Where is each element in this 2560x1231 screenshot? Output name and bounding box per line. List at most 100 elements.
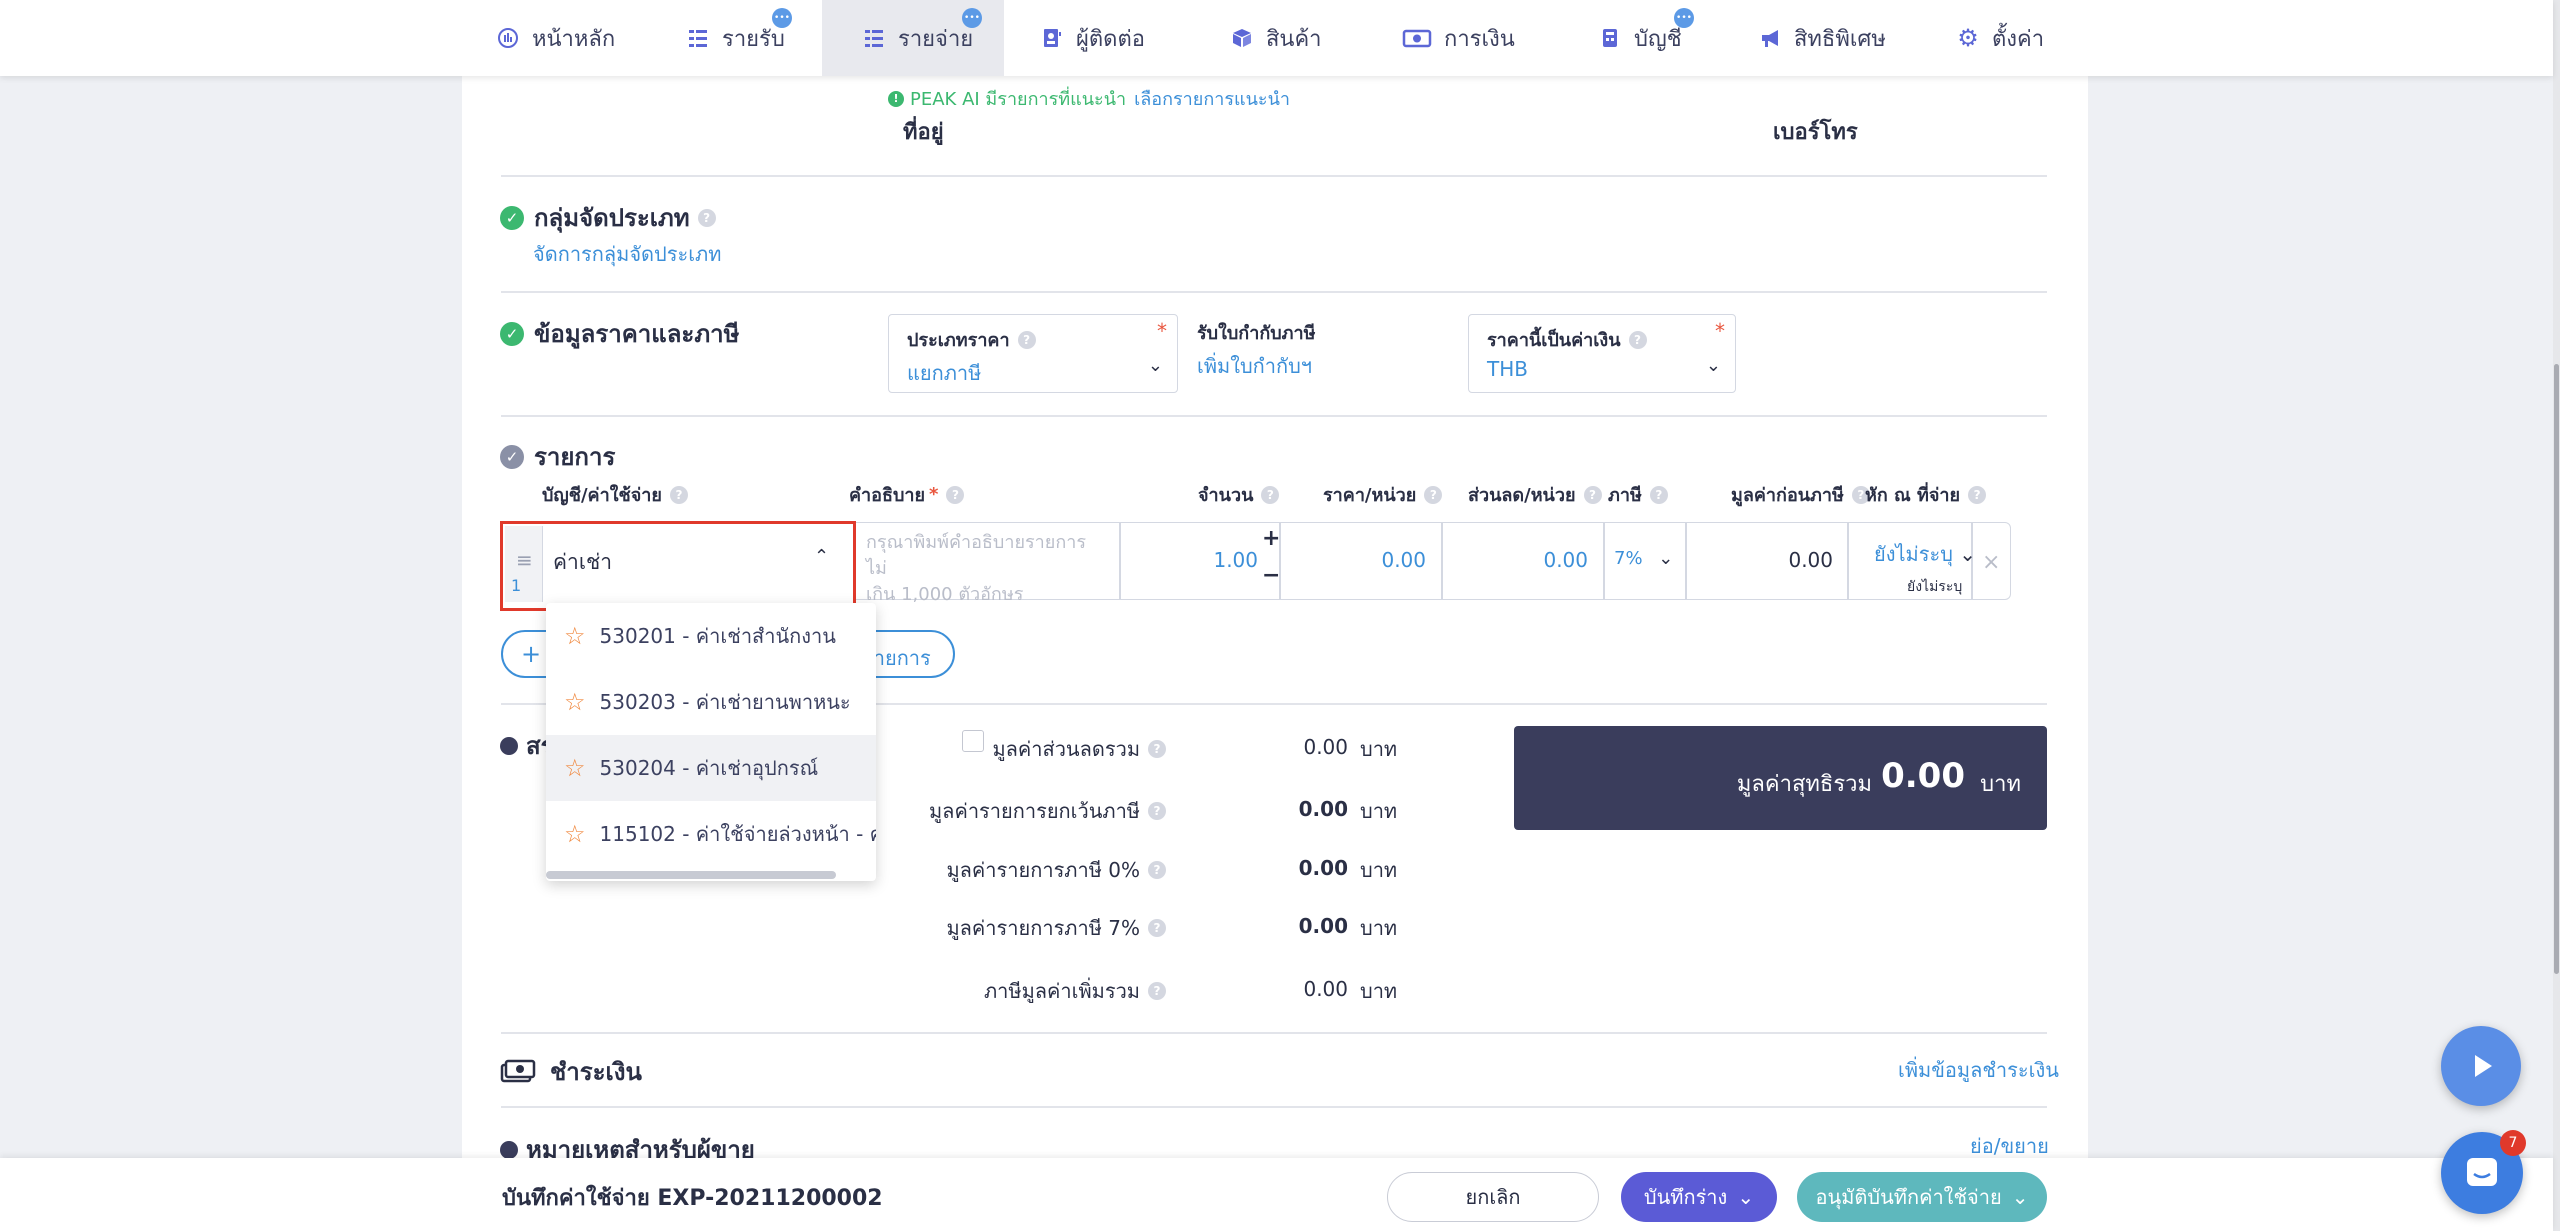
required-star: * bbox=[1157, 319, 1167, 343]
remove-row-icon[interactable]: × bbox=[1982, 550, 2000, 575]
star-icon[interactable]: ☆ bbox=[564, 688, 586, 716]
quantity-input[interactable]: 1.00 bbox=[1140, 548, 1258, 572]
add-tax-invoice-link[interactable]: เพิ่มใบกำกับฯ bbox=[1197, 350, 1312, 382]
product-box-icon bbox=[1230, 26, 1254, 50]
dropdown-scrollbar[interactable] bbox=[546, 871, 836, 879]
approve-button[interactable]: อนุมัติบันทึกค่าใช้จ่าย ⌄ bbox=[1797, 1172, 2047, 1222]
withholding-select[interactable]: ยังไม่ระบุ ⌄ bbox=[1874, 538, 1976, 570]
help-icon[interactable]: ? bbox=[1968, 485, 1987, 504]
nav-label: บัญชี bbox=[1634, 26, 1682, 52]
minus-icon[interactable]: − bbox=[1262, 563, 1280, 588]
chevron-down-icon: ⌄ bbox=[1658, 548, 1674, 569]
unit-price-input[interactable]: 0.00 bbox=[1296, 548, 1426, 572]
star-icon[interactable]: ☆ bbox=[564, 622, 586, 650]
section-divider bbox=[501, 1106, 2047, 1108]
nav-label: สิทธิพิเศษ bbox=[1794, 26, 1886, 52]
col-header-account: บัญชี/ค่าใช้จ่าย? bbox=[542, 480, 688, 509]
new-badge-icon: ••• bbox=[962, 8, 982, 28]
help-icon[interactable]: ? bbox=[1583, 485, 1602, 504]
page-scrollbar-thumb[interactable] bbox=[2554, 364, 2559, 974]
section-divider bbox=[501, 415, 2047, 417]
manage-category-link[interactable]: จัดการกลุ่มจัดประเภท bbox=[533, 238, 721, 270]
pricing-section-title: ✓ ข้อมูลราคาและภาษี bbox=[500, 314, 739, 353]
unit-baht: บาท bbox=[1360, 916, 1398, 940]
category-section-title: ✓ กลุ่มจัดประเภท ? bbox=[500, 198, 716, 237]
price-type-select[interactable]: ประเภทราคา? แยกภาษี * ⌄ bbox=[888, 314, 1178, 393]
help-icon[interactable]: ? bbox=[1148, 982, 1166, 1000]
nav-item-contacts[interactable]: ผู้ติดต่อ bbox=[1040, 0, 1145, 76]
nav-item-settings[interactable]: ⚙ ตั้งค่า bbox=[1956, 0, 2044, 76]
chevron-down-icon: ⌄ bbox=[1147, 355, 1163, 376]
price-type-label: ประเภทราคา? bbox=[907, 325, 1036, 354]
net-total-label: มูลค่าสุทธิรวม bbox=[1736, 772, 1872, 797]
help-icon[interactable]: ? bbox=[1148, 802, 1166, 820]
dropdown-option[interactable]: ☆ 530201 - ค่าเช่าสำนักงาน bbox=[546, 603, 876, 669]
nav-item-products[interactable]: สินค้า bbox=[1230, 0, 1322, 76]
address-label: ที่อยู่ bbox=[903, 120, 944, 145]
category-title-text: กลุ่มจัดประเภท bbox=[534, 204, 690, 232]
currency-select[interactable]: ราคานี้เป็นค่าเงิน? THB * ⌄ bbox=[1468, 314, 1736, 393]
help-icon[interactable]: ? bbox=[697, 208, 716, 227]
help-icon[interactable]: ? bbox=[1424, 485, 1443, 504]
help-icon[interactable]: ? bbox=[1148, 861, 1166, 879]
help-icon[interactable]: ? bbox=[946, 485, 965, 504]
unit-baht: บาท bbox=[1360, 979, 1398, 1003]
bottom-action-bar: บันทึกค่าใช้จ่าย EXP-20211200002 ยกเลิก … bbox=[0, 1158, 2553, 1231]
payment-title-text: ชำระเงิน bbox=[550, 1058, 642, 1086]
required-star: * bbox=[1715, 319, 1725, 343]
help-icon[interactable]: ? bbox=[669, 485, 688, 504]
add-payment-link[interactable]: เพิ่มข้อมูลชำระเงิน bbox=[1898, 1054, 2059, 1086]
withholding-value: ยังไม่ระบุ bbox=[1874, 542, 1953, 566]
save-draft-button[interactable]: บันทึกร่าง ⌄ bbox=[1621, 1172, 1777, 1222]
nav-item-income[interactable]: รายรับ ••• bbox=[686, 0, 792, 76]
description-placeholder-line: กรุณาพิมพ์คำอธิบายรายการ ไม่ bbox=[866, 532, 1086, 579]
bullet-icon bbox=[500, 736, 518, 755]
help-icon[interactable]: ? bbox=[1628, 330, 1647, 349]
cancel-button[interactable]: ยกเลิก bbox=[1387, 1172, 1599, 1222]
col-header-discount: ส่วนลด/หน่วย? bbox=[1468, 480, 1602, 509]
col-header-pre-tax: มูลค่าก่อนภาษี? bbox=[1731, 480, 1870, 509]
video-tutorial-button[interactable] bbox=[2441, 1026, 2521, 1106]
nav-item-finance[interactable]: การเงิน bbox=[1402, 0, 1515, 76]
star-icon[interactable]: ☆ bbox=[564, 820, 586, 848]
currency-label: ราคานี้เป็นค่าเงิน? bbox=[1487, 325, 1647, 354]
chevron-down-icon: ⌄ bbox=[2011, 1185, 2029, 1209]
description-input[interactable]: กรุณาพิมพ์คำอธิบายรายการ ไม่ เกิน 1,000 … bbox=[866, 530, 1106, 608]
discount-input[interactable]: 0.00 bbox=[1458, 548, 1588, 572]
section-divider bbox=[501, 175, 2047, 177]
help-icon[interactable]: ? bbox=[1649, 485, 1668, 504]
star-icon[interactable]: ☆ bbox=[564, 754, 586, 782]
seven-rate-label: มูลค่ารายการภาษี 7%? bbox=[880, 912, 1166, 944]
ai-suggestion-hint: ! PEAK AI มีรายการที่แนะนำ เลือกรายการแน… bbox=[888, 84, 1290, 113]
row-drag-handle[interactable]: ≡ 1 bbox=[505, 526, 543, 602]
dropdown-option[interactable]: ☆ 530203 - ค่าเช่ายานพาหนะ bbox=[546, 669, 876, 735]
nav-item-accounting[interactable]: บัญชี ••• bbox=[1598, 0, 1694, 76]
col-header-withholding: หัก ณ ที่จ่าย? bbox=[1865, 480, 1987, 509]
nav-item-privileges[interactable]: สิทธิพิเศษ bbox=[1758, 0, 1886, 76]
nav-item-expense[interactable]: รายจ่าย ••• bbox=[822, 0, 1004, 76]
plus-icon[interactable]: + bbox=[1262, 526, 1280, 551]
net-total-panel: มูลค่าสุทธิรวม 0.00 บาท bbox=[1514, 726, 2047, 830]
nav-item-home[interactable]: หน้าหลัก bbox=[496, 0, 615, 76]
account-dropdown-menu: ☆ 530201 - ค่าเช่าสำนักงาน ☆ 530203 - ค่าเ… bbox=[546, 603, 876, 881]
vat-select[interactable]: 7% ⌄ bbox=[1614, 548, 1673, 569]
help-icon[interactable]: ? bbox=[1261, 485, 1280, 504]
currency-value: THB bbox=[1487, 357, 1528, 381]
contacts-icon bbox=[1040, 26, 1064, 50]
help-icon[interactable]: ? bbox=[1148, 740, 1166, 758]
col-header-description: คำอธิบาย *? bbox=[849, 480, 965, 509]
discount-total-label: มูลค่าส่วนลดรวม? bbox=[980, 733, 1166, 765]
withholding-label: รับใบกำกับภาษี bbox=[1197, 323, 1316, 344]
dropdown-option[interactable]: ☆115102 - ค่าใช้จ่ายล่วงหน้า - ค่าเช่า bbox=[546, 801, 876, 867]
help-icon[interactable]: ? bbox=[1148, 919, 1166, 937]
ai-hint-link[interactable]: เลือกรายการแนะนำ bbox=[1134, 84, 1290, 113]
payment-section-title: ชำระเงิน bbox=[500, 1052, 642, 1091]
dropdown-option[interactable]: ☆ 530204 - ค่าเช่าอุปกรณ์ bbox=[546, 735, 876, 801]
dashboard-icon bbox=[496, 26, 520, 50]
items-section-title: ✓ รายการ bbox=[500, 437, 615, 476]
nav-label: การเงิน bbox=[1444, 26, 1515, 52]
pricing-title-text: ข้อมูลราคาและภาษี bbox=[534, 320, 740, 348]
help-icon[interactable]: ? bbox=[1017, 330, 1036, 349]
unit-baht: บาท bbox=[1360, 799, 1398, 823]
nav-label: ตั้งค่า bbox=[1992, 26, 2045, 52]
